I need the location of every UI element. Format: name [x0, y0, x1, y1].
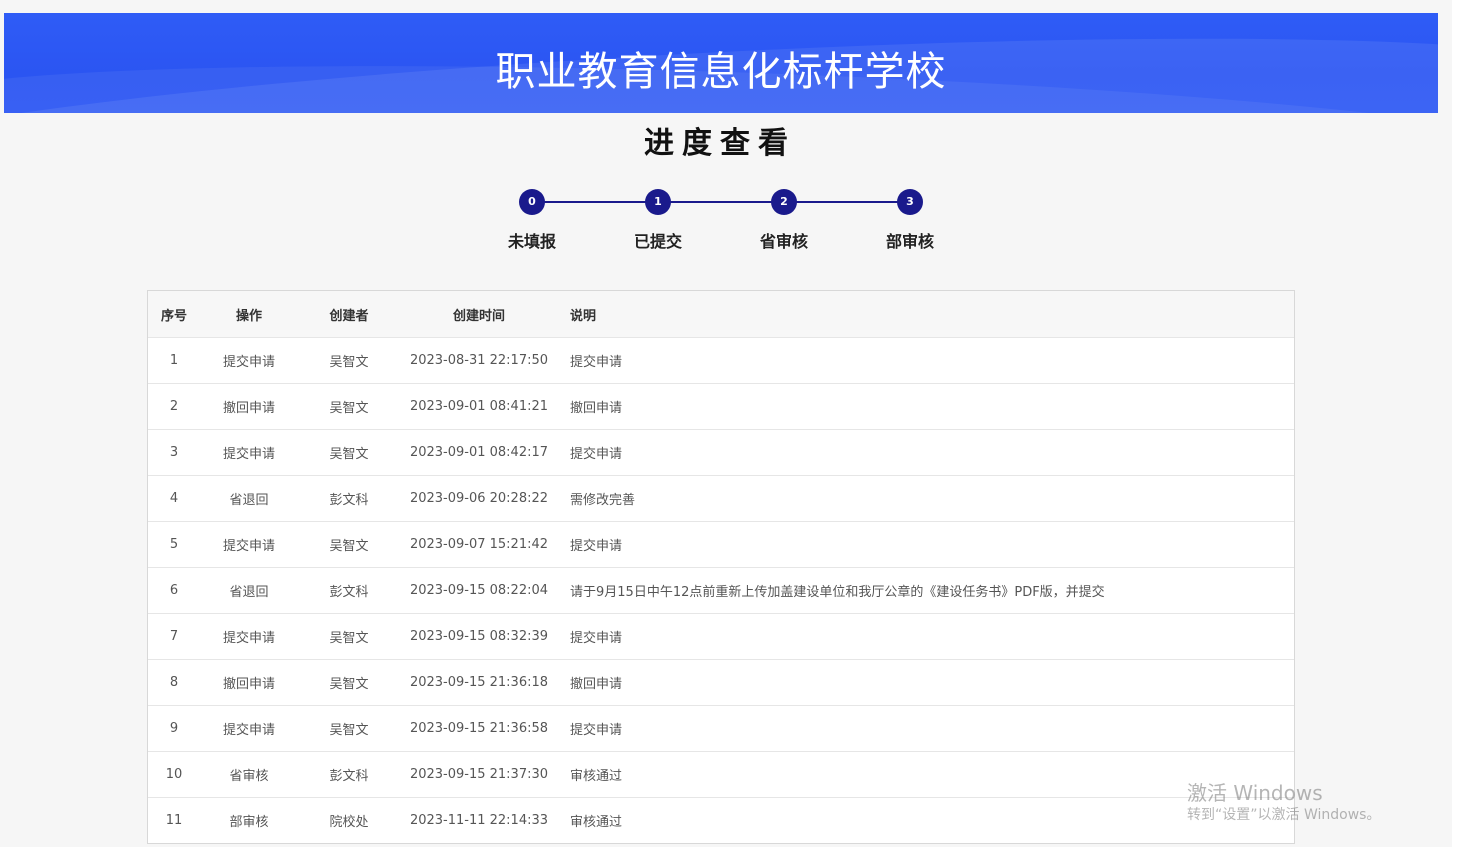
header-created-time: 创建时间: [452, 308, 505, 324]
step-submitted: 1 已提交: [608, 186, 708, 252]
cell-creator: 彭文科: [298, 567, 400, 614]
cell-action: 省退回: [200, 475, 298, 522]
step-number-badge: 0: [519, 189, 545, 215]
table-row: 3 提交申请 吴智文 2023-09-01 08:42:17 提交申请: [148, 429, 1294, 476]
cell-creator: 彭文科: [298, 751, 400, 798]
cell-creator: 吴智文: [298, 521, 400, 568]
table-row: 6 省退回 彭文科 2023-09-15 08:22:04 请于9月15日中午12点前重…: [148, 567, 1294, 614]
cell-index: 8: [148, 659, 200, 706]
scrollbar-area: [1452, 0, 1464, 847]
table-row: 1 提交申请 吴智文 2023-08-31 22:17:50 提交申请: [148, 337, 1294, 384]
header-action: 操作: [235, 308, 262, 324]
cell-created-time: 2023-09-15 08:22:04: [400, 567, 558, 614]
cell-creator: 吴智文: [298, 429, 400, 476]
header-index: 序号: [160, 308, 187, 324]
table-header-row: 序号 操作 创建者 创建时间 说明: [148, 291, 1294, 338]
cell-description: 提交申请: [558, 705, 1294, 752]
step-province-review: 2 省审核: [734, 186, 834, 252]
header-banner: 职业教育信息化标杆学校: [4, 13, 1438, 113]
step-number-badge: 2: [771, 189, 797, 215]
cell-created-time: 2023-11-11 22:14:33: [400, 797, 558, 843]
table-row: 10 省审核 彭文科 2023-09-15 21:37:30 审核通过: [148, 751, 1294, 798]
cell-created-time: 2023-09-01 08:41:21: [400, 383, 558, 430]
header-creator: 创建者: [329, 308, 369, 324]
cell-index: 6: [148, 567, 200, 614]
cell-description: 请于9月15日中午12点前重新上传加盖建设单位和我厅公章的《建设任务书》PDF版…: [558, 567, 1294, 614]
cell-action: 提交申请: [200, 337, 298, 384]
step-connector: [532, 201, 910, 203]
table-row: 7 提交申请 吴智文 2023-09-15 08:32:39 提交申请: [148, 613, 1294, 660]
cell-description: 提交申请: [558, 337, 1294, 384]
progress-table: 序号 操作 创建者 创建时间 说明 1 提交申请 吴智文 2023-08-31 22:…: [147, 290, 1295, 844]
site-title: 职业教育信息化标杆学校: [495, 49, 947, 95]
table-row: 4 省退回 彭文科 2023-09-06 20:28:22 需修改完善: [148, 475, 1294, 522]
cell-creator: 彭文科: [298, 475, 400, 522]
cell-action: 部审核: [200, 797, 298, 843]
cell-creator: 院校处: [298, 797, 400, 843]
cell-description: 提交申请: [558, 521, 1294, 568]
cell-index: 7: [148, 613, 200, 660]
cell-created-time: 2023-08-31 22:17:50: [400, 337, 558, 384]
cell-created-time: 2023-09-15 21:36:58: [400, 705, 558, 752]
cell-index: 3: [148, 429, 200, 476]
cell-index: 5: [148, 521, 200, 568]
cell-created-time: 2023-09-15 21:37:30: [400, 751, 558, 798]
cell-action: 撤回申请: [200, 659, 298, 706]
cell-action: 撤回申请: [200, 383, 298, 430]
step-label: 已提交: [633, 232, 682, 251]
cell-index: 4: [148, 475, 200, 522]
step-label: 部审核: [885, 232, 934, 251]
cell-action: 提交申请: [200, 613, 298, 660]
cell-creator: 吴智文: [298, 383, 400, 430]
progress-steps: 0 未填报 1 已提交 2 省审核 3 部审核: [480, 186, 980, 266]
step-number-badge: 3: [897, 189, 923, 215]
cell-description: 提交申请: [558, 613, 1294, 660]
cell-created-time: 2023-09-15 08:32:39: [400, 613, 558, 660]
cell-creator: 吴智文: [298, 659, 400, 706]
cell-action: 省审核: [200, 751, 298, 798]
windows-activation-watermark: 激活 Windows: [1187, 781, 1323, 805]
cell-action: 提交申请: [200, 521, 298, 568]
cell-creator: 吴智文: [298, 613, 400, 660]
step-ministry-review: 3 部审核: [860, 186, 960, 252]
cell-description: 撤回申请: [558, 383, 1294, 430]
table-row: 5 提交申请 吴智文 2023-09-07 15:21:42 提交申请: [148, 521, 1294, 568]
step-unfilled: 0 未填报: [482, 186, 582, 252]
cell-action: 省退回: [200, 567, 298, 614]
cell-created-time: 2023-09-01 08:42:17: [400, 429, 558, 476]
cell-description: 审核通过: [558, 797, 1294, 843]
cell-created-time: 2023-09-06 20:28:22: [400, 475, 558, 522]
table-row: 9 提交申请 吴智文 2023-09-15 21:36:58 提交申请: [148, 705, 1294, 752]
header-description: 说明: [570, 308, 597, 324]
cell-description: 撤回申请: [558, 659, 1294, 706]
table-row: 2 撤回申请 吴智文 2023-09-01 08:41:21 撤回申请: [148, 383, 1294, 430]
cell-action: 提交申请: [200, 429, 298, 476]
cell-index: 10: [148, 751, 200, 798]
cell-description: 审核通过: [558, 751, 1294, 798]
cell-index: 1: [148, 337, 200, 384]
windows-activation-hint: 转到“设置”以激活 Windows。: [1187, 807, 1381, 823]
cell-creator: 吴智文: [298, 705, 400, 752]
cell-created-time: 2023-09-07 15:21:42: [400, 521, 558, 568]
cell-index: 11: [148, 797, 200, 843]
step-label: 省审核: [759, 232, 808, 251]
cell-description: 需修改完善: [558, 475, 1294, 522]
cell-description: 提交申请: [558, 429, 1294, 476]
page-title: 进度查看: [644, 126, 796, 161]
step-label: 未填报: [507, 232, 556, 251]
cell-action: 提交申请: [200, 705, 298, 752]
table-row: 11 部审核 院校处 2023-11-11 22:14:33 审核通过: [148, 797, 1294, 843]
cell-created-time: 2023-09-15 21:36:18: [400, 659, 558, 706]
cell-index: 9: [148, 705, 200, 752]
step-number-badge: 1: [645, 189, 671, 215]
cell-index: 2: [148, 383, 200, 430]
cell-creator: 吴智文: [298, 337, 400, 384]
table-row: 8 撤回申请 吴智文 2023-09-15 21:36:18 撤回申请: [148, 659, 1294, 706]
